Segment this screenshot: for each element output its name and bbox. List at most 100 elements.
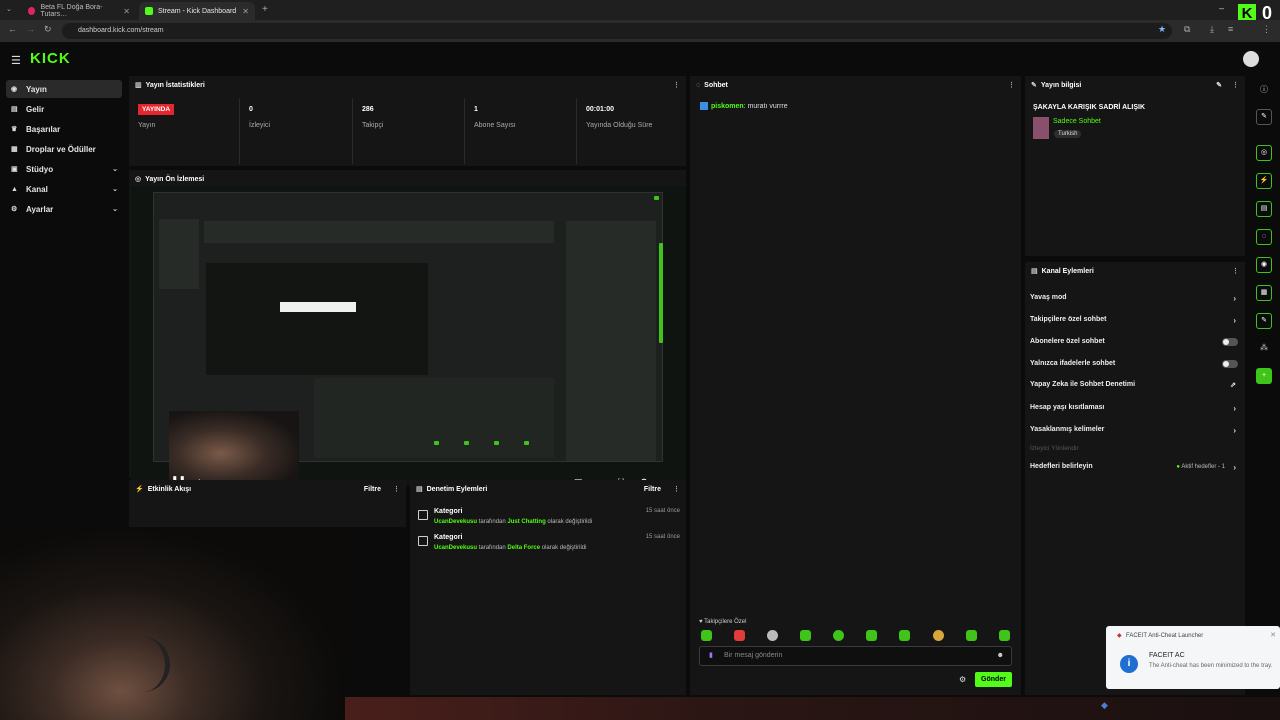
rail-actions-icon[interactable]: ▦: [1256, 285, 1272, 301]
send-button[interactable]: Gönder: [975, 672, 1012, 687]
sidebar-item-label: Yayın: [26, 84, 47, 94]
avatar[interactable]: [1243, 51, 1259, 67]
emoji-icon[interactable]: ☻: [997, 647, 1004, 665]
tray-notification-icon[interactable]: ◆: [1101, 700, 1108, 711]
rail-lightning-icon[interactable]: ⚡: [1256, 173, 1272, 189]
chat-username[interactable]: piskomen: [711, 103, 744, 110]
rail-add-icon[interactable]: +: [1256, 368, 1272, 384]
emote-icon[interactable]: [701, 630, 712, 641]
minimize-icon[interactable]: –: [1219, 3, 1224, 13]
emote-icon[interactable]: [866, 630, 877, 641]
info-icon[interactable]: ⓘ: [1260, 84, 1268, 95]
video-player[interactable]: ❚❚ ◀ ▣ ▭ ⛶ ⚙: [131, 186, 686, 486]
action-banned-words[interactable]: Yasaklanmış kelimeler ›: [1030, 426, 1242, 440]
event-category[interactable]: Delta Force: [507, 545, 540, 551]
emote-icon[interactable]: [966, 630, 977, 641]
more-icon[interactable]: ⋮: [1232, 81, 1239, 89]
activity-feed-panel: ⚡ Etkinlik Akışı Filtre ⋮: [129, 480, 406, 527]
sidebar-item-yayin[interactable]: ◉ Yayın: [6, 80, 122, 98]
faceit-toast[interactable]: ◆ FACEIT Anti-Cheat Launcher ✕ i FACEIT …: [1106, 626, 1280, 689]
status-dot-icon: ●: [1176, 464, 1180, 470]
emote-icon[interactable]: [767, 630, 778, 641]
emote-icon[interactable]: [833, 630, 844, 641]
stream-stats-panel: ▥ Yayın İstatistikleri ⋮ YAYINDA Yayın 0…: [129, 76, 686, 166]
action-label: Yavaş mod: [1030, 294, 1067, 301]
emote-icon[interactable]: [734, 630, 745, 641]
stream-category[interactable]: Sadece Sohbet: [1053, 118, 1101, 125]
filter-button[interactable]: Filtre: [364, 486, 381, 493]
close-icon[interactable]: ✕: [123, 7, 130, 16]
tab-search-icon[interactable]: ⌄: [6, 5, 12, 13]
playlist-icon[interactable]: ≡: [1228, 24, 1233, 34]
emote-icon[interactable]: [899, 630, 910, 641]
edit-layout-icon[interactable]: ✎: [1256, 109, 1272, 125]
chevron-right-icon: ›: [1233, 463, 1236, 472]
actions-icon: ▤: [1031, 268, 1038, 275]
more-icon[interactable]: ⋮: [673, 81, 680, 89]
browser-tab-dashboard[interactable]: Stream - Kick Dashboard ✕: [139, 2, 255, 20]
kick-logo[interactable]: KICK: [30, 50, 71, 67]
close-icon[interactable]: ✕: [1270, 631, 1276, 639]
chevron-down-icon: ⌄: [112, 166, 118, 173]
action-account-age[interactable]: Hesap yaşı kısıtlaması ›: [1030, 404, 1242, 418]
more-icon[interactable]: ⋮: [393, 485, 400, 493]
faceit-icon: ◆: [1117, 633, 1122, 639]
emote-icon[interactable]: [800, 630, 811, 641]
action-set-targets[interactable]: Hedefleri belirleyin ● Aktif hedefler - …: [1030, 463, 1242, 477]
event-category[interactable]: Just Chatting: [507, 519, 545, 525]
rail-broadcast-icon[interactable]: ◉: [1256, 257, 1272, 273]
action-subscribers-only[interactable]: Abonelere özel sohbet: [1030, 338, 1242, 352]
more-icon[interactable]: ⋮: [1232, 267, 1239, 275]
category-icon: [418, 536, 428, 546]
rail-preview-icon[interactable]: ◎: [1256, 145, 1272, 161]
action-label: Hedefleri belirleyin: [1030, 463, 1093, 470]
chat-input[interactable]: ▮ Bir mesaj gönderin ☻: [699, 646, 1012, 666]
toggle-switch[interactable]: [1222, 338, 1238, 346]
emote-icon[interactable]: [999, 630, 1010, 641]
toggle-switch[interactable]: [1222, 360, 1238, 368]
more-icon[interactable]: ⋮: [673, 485, 680, 493]
sidebar-item-droplar[interactable]: ▦ Droplar ve Ödüller: [6, 140, 122, 158]
action-followers-only[interactable]: Takipçilere özel sohbet ›: [1030, 316, 1242, 330]
back-icon[interactable]: ←: [8, 24, 17, 34]
toast-app-name: FACEIT Anti-Cheat Launcher: [1126, 633, 1204, 639]
forward-icon[interactable]: →: [26, 24, 35, 34]
external-link-icon: ⇗: [1230, 382, 1236, 389]
close-icon[interactable]: ✕: [242, 7, 249, 16]
action-slow-mode[interactable]: Yavaş mod ›: [1030, 294, 1242, 308]
edit-icon[interactable]: ✎: [1216, 81, 1222, 89]
url-field[interactable]: dashboard.kick.com/stream: [62, 23, 1172, 39]
action-ai-moderation[interactable]: Yapay Zeka ile Sohbet Denetimi ⇗: [1030, 381, 1242, 395]
sidebar-item-studyo[interactable]: ▣ Stüdyo ⌄: [6, 160, 122, 178]
download-icon[interactable]: ⤓: [1210, 24, 1214, 35]
channel-icon: ▲: [11, 185, 18, 193]
sidebar-item-label: Kanal: [26, 184, 48, 194]
panel-header: ▤ Kanal Eylemleri ⋮: [1025, 262, 1245, 280]
event-user[interactable]: UcanDevekusu: [434, 519, 477, 525]
menu-icon[interactable]: ☰: [11, 54, 21, 67]
action-emotes-only[interactable]: Yalnızca ifadelerle sohbet: [1030, 360, 1242, 374]
reload-icon[interactable]: ↻: [44, 24, 52, 35]
extensions-icon[interactable]: ⧉: [1184, 24, 1190, 35]
microphone-icon[interactable]: ▮: [709, 647, 713, 665]
emote-icon[interactable]: [933, 630, 944, 641]
browser-tab-music[interactable]: Beta FL Doğa Bora-Tutars… ✕: [22, 2, 136, 20]
rail-list-icon[interactable]: ▤: [1256, 201, 1272, 217]
new-tab-icon[interactable]: +: [262, 4, 268, 15]
event-user[interactable]: UcanDevekusu: [434, 545, 477, 551]
sidebar-item-basarilar[interactable]: ♛ Başarılar: [6, 120, 122, 138]
filter-button[interactable]: Filtre: [644, 486, 661, 493]
more-icon[interactable]: ⋮: [1008, 81, 1015, 89]
sidebar-item-ayarlar[interactable]: ⚙ Ayarlar ⌄: [6, 200, 122, 218]
event-text: tarafından: [478, 519, 506, 525]
sidebar-item-gelir[interactable]: ▤ Gelir: [6, 100, 122, 118]
preview-actions: [314, 378, 554, 458]
chat-settings-icon[interactable]: ⚙: [959, 675, 966, 684]
rail-wrench-icon[interactable]: ✎: [1256, 313, 1272, 329]
sidebar-item-kanal[interactable]: ▲ Kanal ⌄: [6, 180, 122, 198]
bookmark-star-icon[interactable]: ★: [1158, 24, 1166, 35]
wrench-icon: ✎: [1031, 82, 1037, 89]
rail-apps-icon[interactable]: ⁂: [1260, 343, 1268, 352]
browser-menu-icon[interactable]: ⋮: [1262, 24, 1271, 35]
rail-chat-icon[interactable]: ◌: [1256, 229, 1272, 245]
